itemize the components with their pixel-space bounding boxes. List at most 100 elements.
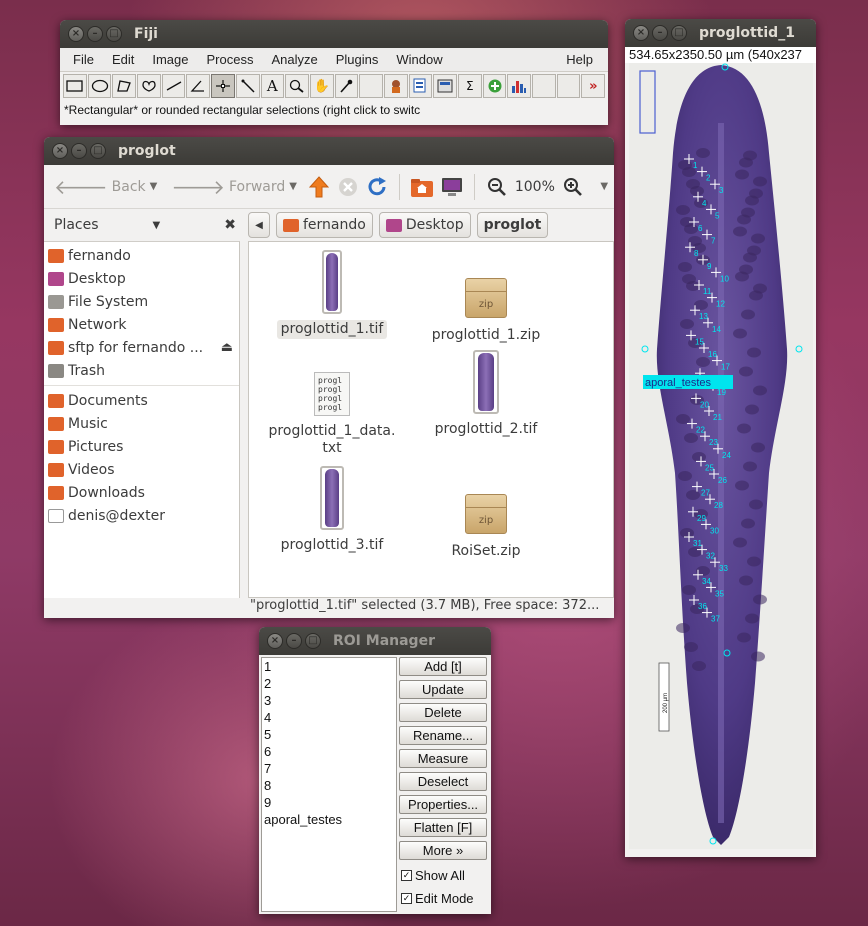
breadcrumb-fernando[interactable]: fernando [276,212,373,238]
edit-mode-checkbox[interactable]: ✓ Edit Mode [399,887,489,910]
rectangle-select-icon[interactable] [63,74,87,98]
chevron-down-icon[interactable]: ▼ [153,220,161,231]
wand-icon[interactable] [235,74,260,98]
hand-icon[interactable]: ✋ [309,74,334,98]
list-item[interactable]: 8 [262,777,396,794]
breadcrumb-proglot[interactable]: proglot [476,212,549,238]
rename-button[interactable]: Rename... [399,726,487,745]
sidebar-item-desktop[interactable]: Desktop [44,267,239,290]
list-item[interactable]: 4 [262,709,396,726]
stacks-icon[interactable] [408,74,433,98]
sidebar-item-downloads[interactable]: Downloads [44,481,239,504]
image-canvas[interactable]: 200 µm 123456789101112131415161718192021… [629,63,813,849]
image-titlebar[interactable]: × – □ proglottid_1 [625,19,816,47]
roi-manager-titlebar[interactable]: × – □ ROI Manager [259,627,491,655]
sidebar-item-videos[interactable]: Videos [44,458,239,481]
sigma-icon[interactable]: Σ [458,74,482,98]
list-item[interactable]: 3 [262,692,396,709]
menu-edit[interactable]: Edit [103,52,143,67]
breadcrumb-desktop[interactable]: Desktop [378,212,471,238]
menu-image[interactable]: Image [143,52,197,67]
point-icon[interactable] [211,74,235,98]
close-icon[interactable]: × [267,633,283,649]
maximize-icon[interactable]: □ [671,25,687,41]
lut-icon[interactable] [433,74,457,98]
menu-plugins[interactable]: Plugins [327,52,388,67]
sidebar-item-fernando[interactable]: fernando [44,244,239,267]
roi-list[interactable]: 1 2 3 4 5 6 7 8 9 aporal_testes [261,657,397,912]
show-all-checkbox[interactable]: ✓ Show All [399,864,489,887]
minimize-icon[interactable]: – [286,633,302,649]
proglottid-image[interactable]: 200 µm 123456789101112131415161718192021… [629,63,813,849]
stop-icon[interactable] [336,175,359,199]
eject-icon[interactable]: ⏏ [221,340,233,355]
maximize-icon[interactable]: □ [305,633,321,649]
close-icon[interactable]: × [68,26,84,42]
sidebar-item-denis-dexter[interactable]: denis@dexter [44,504,239,527]
sidebar-item-documents[interactable]: Documents [44,389,239,412]
zoom-in-icon[interactable] [561,175,584,199]
close-sidebar-icon[interactable]: ✖ [224,217,236,233]
add-button[interactable]: Add [t] [399,657,487,676]
minimize-icon[interactable]: – [652,25,668,41]
forward-button[interactable]: 🡒 Forward ▼ [167,175,301,199]
flatten-button[interactable]: Flatten [F] [399,818,487,837]
oval-select-icon[interactable] [87,74,112,98]
sidebar-item-network[interactable]: Network [44,313,239,336]
sidebar-item-file-system[interactable]: File System [44,290,239,313]
list-item[interactable]: aporal_testes [262,811,396,828]
properties-button[interactable]: Properties... [399,795,487,814]
list-item[interactable]: 6 [262,743,396,760]
up-arrow-icon[interactable] [307,175,330,199]
developer-menu-icon[interactable] [383,74,408,98]
close-icon[interactable]: × [52,143,68,159]
freehand-select-icon[interactable] [137,74,161,98]
reload-icon[interactable] [366,175,389,199]
magnifier-icon[interactable] [285,74,309,98]
update-button[interactable]: Update [399,680,487,699]
file-item-proglottid-1-tif[interactable]: proglottid_1.tif [257,250,407,339]
line-icon[interactable] [161,74,186,98]
bar-chart-icon[interactable] [507,74,532,98]
file-item-proglottid-3-tif[interactable]: proglottid_3.tif [257,466,407,555]
menu-window[interactable]: Window [387,52,451,67]
file-item-roiset-zip[interactable]: zip RoiSet.zip [411,466,561,561]
deselect-button[interactable]: Deselect [399,772,487,791]
sidebar-item-pictures[interactable]: Pictures [44,435,239,458]
breadcrumb-left-button[interactable]: ◀ [248,212,270,238]
list-item[interactable]: 9 [262,794,396,811]
back-button[interactable]: 🡐 Back ▼ [50,175,161,199]
color-picker-icon[interactable] [334,74,359,98]
list-item[interactable]: 5 [262,726,396,743]
more-button[interactable]: More » [399,841,487,860]
menu-analyze[interactable]: Analyze [262,52,326,67]
menu-file[interactable]: File [64,52,103,67]
delete-button[interactable]: Delete [399,703,487,722]
close-icon[interactable]: × [633,25,649,41]
angle-icon[interactable] [186,74,211,98]
more-tools-icon[interactable]: » [581,74,606,98]
sidebar-item-trash[interactable]: Trash [44,359,239,382]
file-manager-titlebar[interactable]: × – □ proglot [44,137,614,165]
file-item-proglottid-1-zip[interactable]: zip proglottid_1.zip [411,250,561,345]
sidebar-item-sftp[interactable]: sftp for fernando ... ⏏ [44,336,239,359]
zoom-menu-chevron-icon[interactable]: ▼ [600,181,608,192]
home-folder-icon[interactable] [410,175,434,199]
maximize-icon[interactable]: □ [90,143,106,159]
sidebar-item-music[interactable]: Music [44,412,239,435]
file-item-proglottid-1-data-txt[interactable]: progl progl progl progl proglottid_1_dat… [257,366,407,458]
minimize-icon[interactable]: – [71,143,87,159]
list-item[interactable]: 7 [262,760,396,777]
polygon-select-icon[interactable] [112,74,137,98]
fiji-titlebar[interactable]: × – □ Fiji [60,20,608,48]
text-tool-icon[interactable]: A [260,74,285,98]
menu-help[interactable]: Help [557,52,602,67]
list-item[interactable]: 2 [262,675,396,692]
measure-button[interactable]: Measure [399,749,487,768]
computer-icon[interactable] [440,175,464,199]
menu-process[interactable]: Process [198,52,263,67]
plus-circle-icon[interactable] [482,74,507,98]
maximize-icon[interactable]: □ [106,26,122,42]
zoom-out-icon[interactable] [485,175,508,199]
minimize-icon[interactable]: – [87,26,103,42]
